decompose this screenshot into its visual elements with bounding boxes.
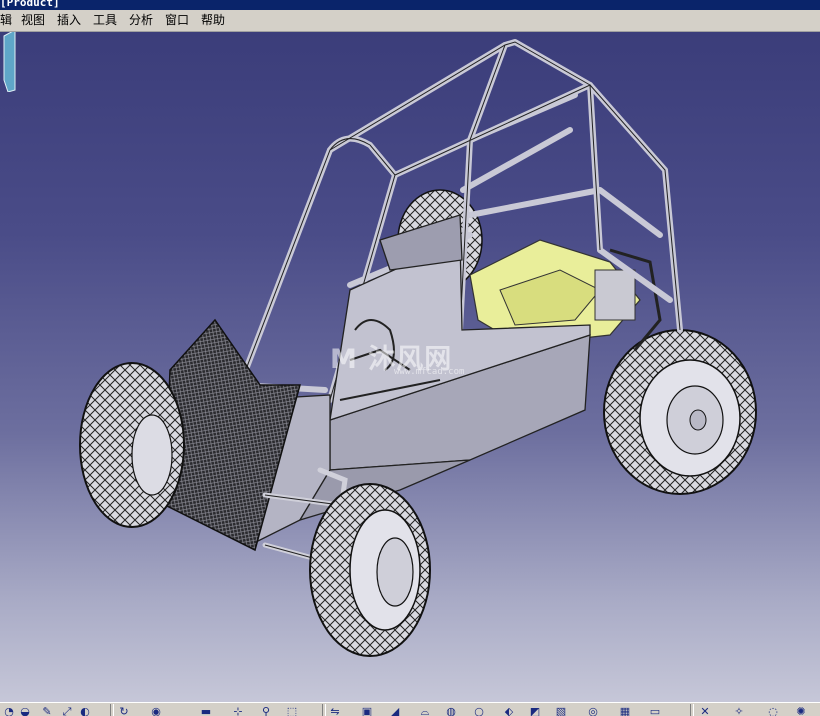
front-left-wheel: [79, 362, 185, 528]
front-right-wheel: [309, 483, 431, 657]
menu-bar: 辑 视图 插入 工具 分析 窗口 帮助: [0, 10, 820, 32]
watermark: M 沐风网 www.mfcad.com: [330, 337, 464, 377]
menu-window[interactable]: 窗口: [165, 12, 189, 29]
toolbar-separator: [322, 704, 326, 716]
menu-analyze[interactable]: 分析: [129, 12, 153, 29]
window-title: [Product]: [0, 0, 60, 9]
3d-viewport[interactable]: M 沐风网 www.mfcad.com: [0, 32, 820, 702]
window-titlebar: [Product]: [0, 0, 820, 10]
menu-edit[interactable]: 辑: [0, 12, 12, 29]
bottom-toolbar: ◔ ◒ ✎ ⤢ ◐ ↻ ◉ ▬ ⊹ ⚲ ⬚ ⇋ ▣ ◢ ⌓ ◍ ○ ⬖ ◩ ▧ …: [0, 702, 820, 716]
menu-tools[interactable]: 工具: [93, 12, 117, 29]
compass-icon[interactable]: [0, 32, 20, 92]
toolbar-separator: [690, 704, 694, 716]
rear-right-wheel: [603, 329, 757, 495]
menu-insert[interactable]: 插入: [57, 12, 81, 29]
watermark-url: www.mfcad.com: [394, 367, 465, 377]
menu-view[interactable]: 视图: [21, 12, 45, 29]
toolbar-separator: [110, 704, 114, 716]
menu-help[interactable]: 帮助: [201, 12, 225, 29]
